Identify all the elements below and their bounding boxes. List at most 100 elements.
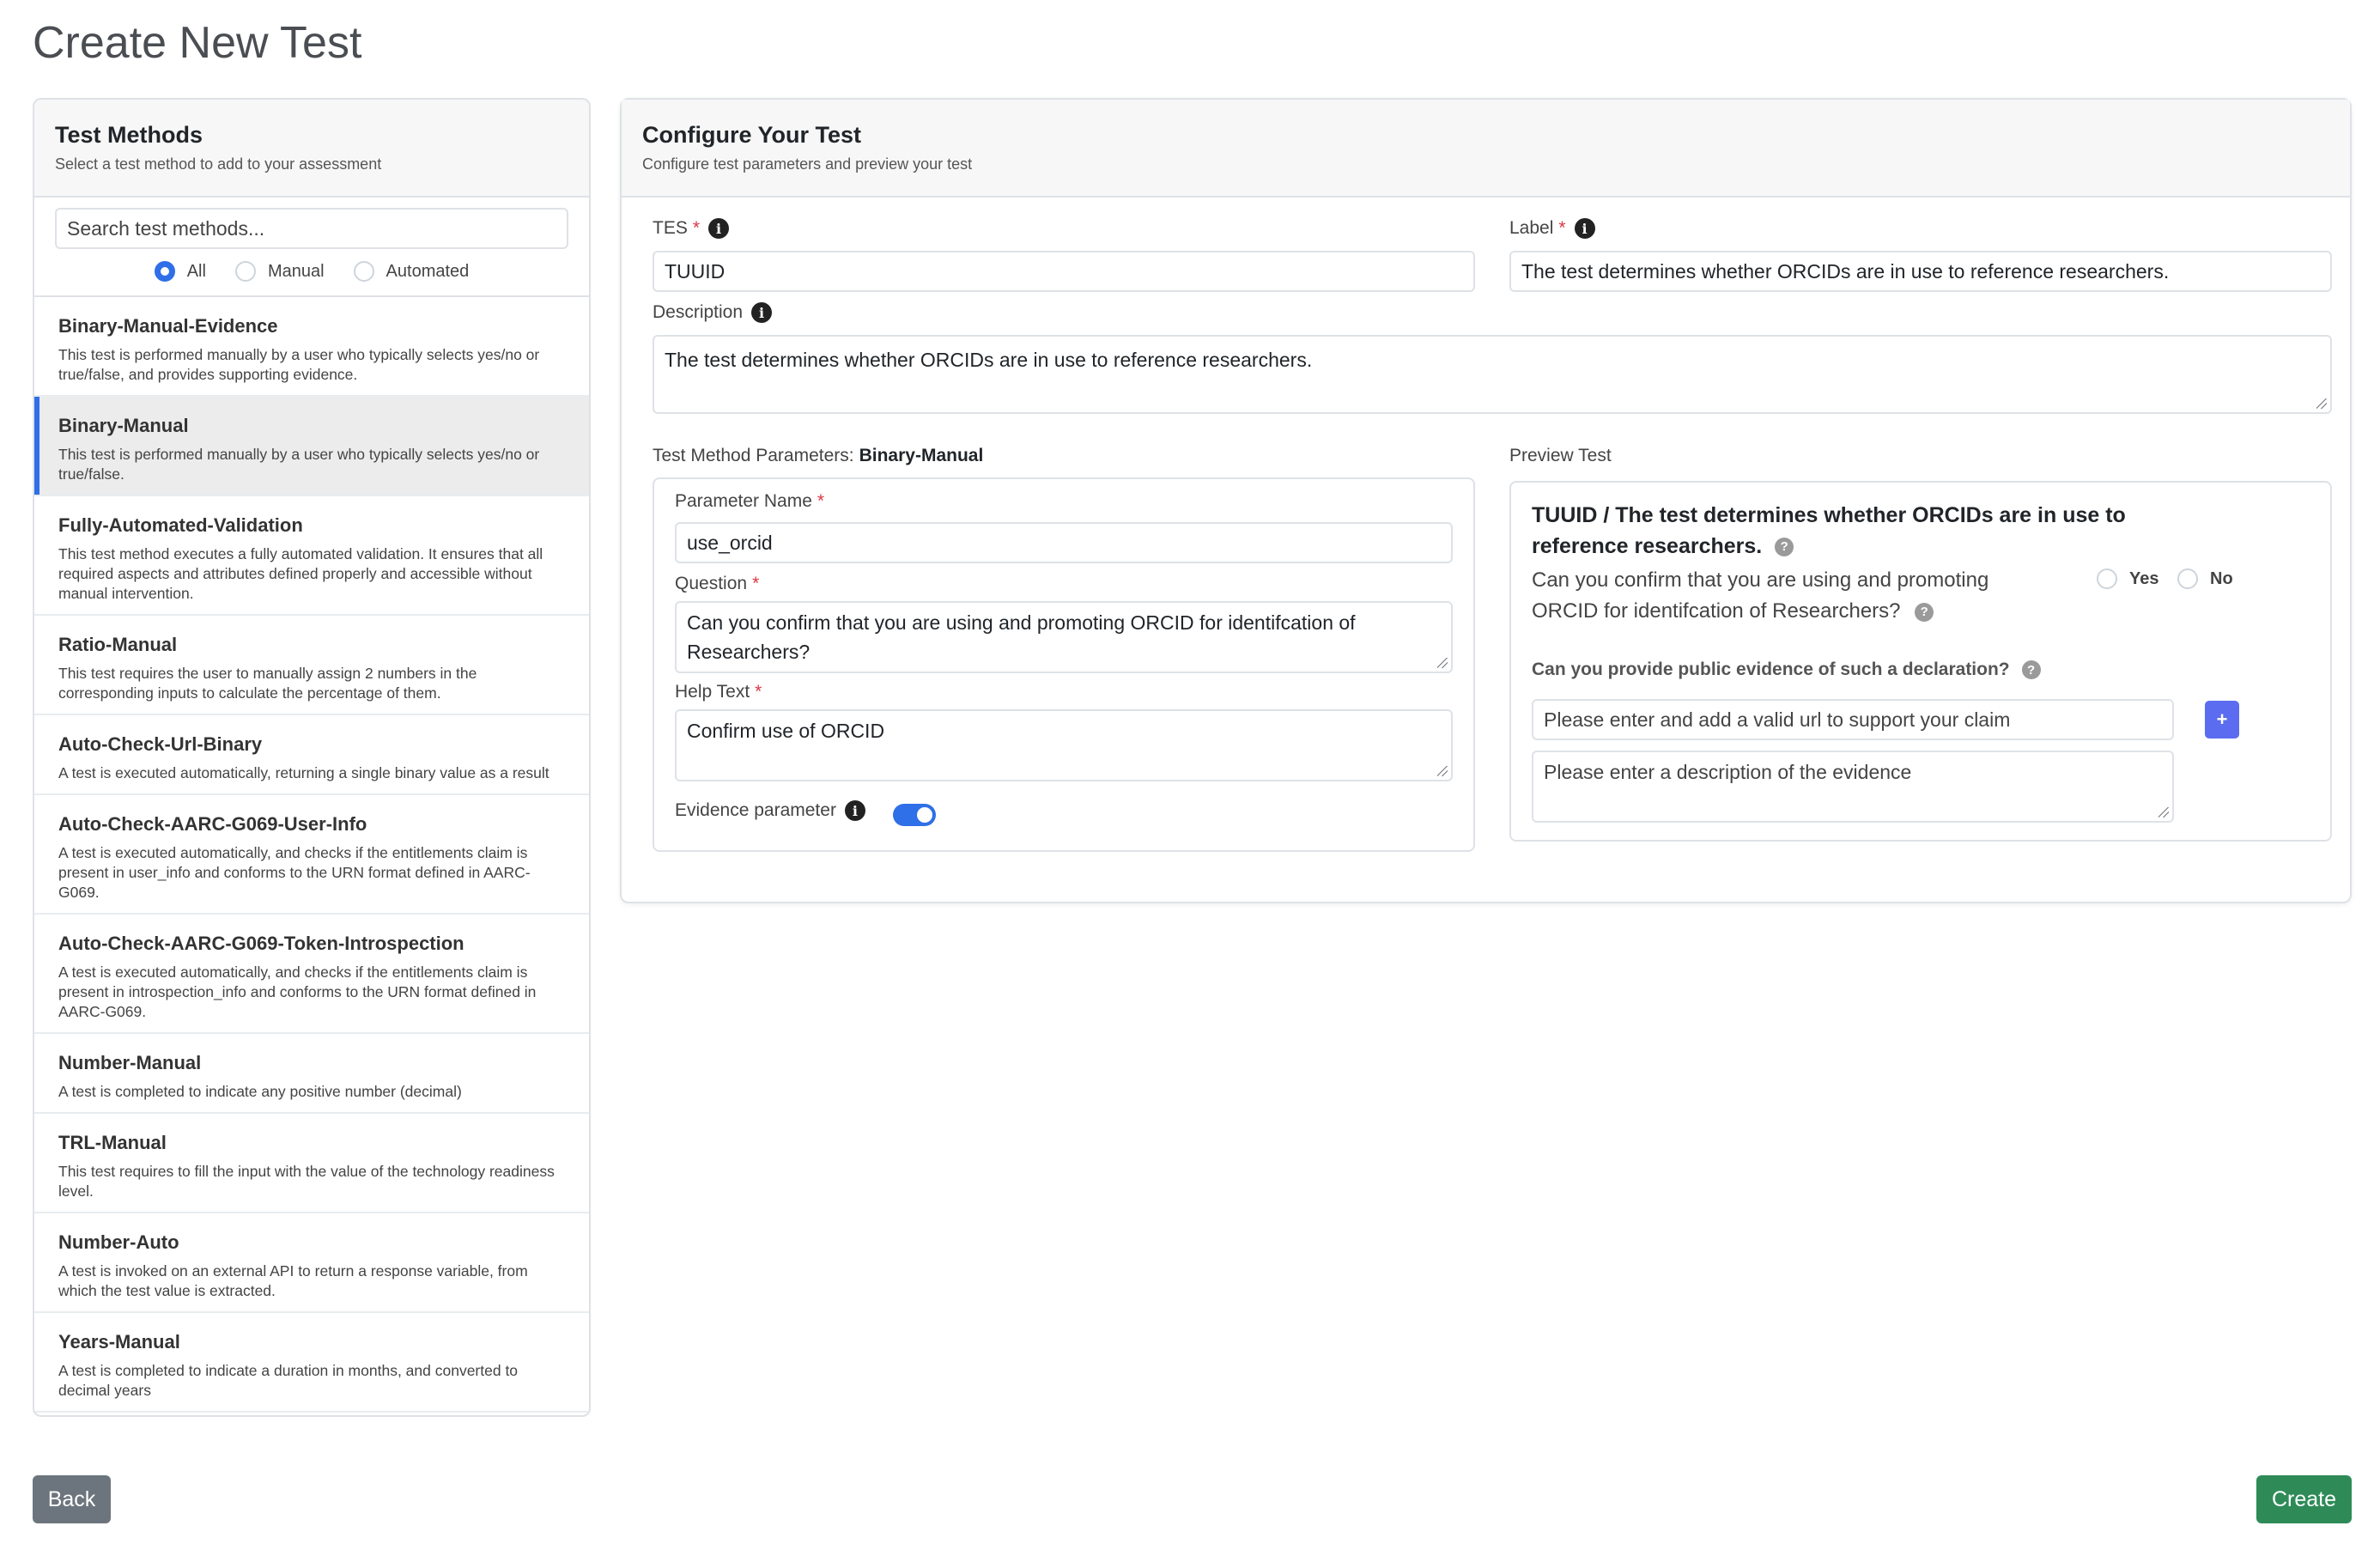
required-marker: *	[755, 682, 762, 702]
test-method-item[interactable]: Auto-Check-AARC-G069-Token-Introspection…	[34, 915, 589, 1034]
evidence-parameter-label: Evidence parameter i	[675, 800, 865, 821]
test-method-item[interactable]: Fully-Automated-Validation This test meth…	[34, 496, 589, 616]
info-icon: i	[751, 302, 773, 323]
test-method-name: Number-Auto	[58, 1231, 179, 1253]
parameter-name-label: Parameter Name *	[675, 491, 824, 512]
test-methods-title: Test Methods	[55, 122, 203, 148]
question-mark-icon[interactable]: ?	[1775, 538, 1794, 557]
params-heading-text: Test Method Parameters:	[653, 446, 854, 465]
tes-label-text: TES	[653, 218, 688, 238]
test-method-name: Ratio-Manual	[58, 634, 178, 655]
filter-manual-label: Manual	[267, 261, 325, 281]
search-test-methods-input[interactable]	[55, 208, 568, 249]
page-title: Create New Test	[33, 18, 362, 68]
filter-all-radio[interactable]	[154, 261, 175, 282]
description-label: Description i	[653, 302, 773, 323]
test-method-description: This test is performed manually by a use…	[58, 446, 540, 483]
configure-test-subtitle: Configure test parameters and preview yo…	[642, 155, 973, 173]
test-method-name: Binary-Manual-Evidence	[58, 315, 278, 337]
filter-manual-radio[interactable]	[234, 261, 256, 282]
test-method-item[interactable]: Number-Manual A test is completed to indi…	[34, 1034, 589, 1114]
required-marker: *	[752, 574, 760, 593]
preview-no-option[interactable]: No	[2177, 568, 2233, 589]
required-marker: *	[1558, 218, 1566, 238]
filter-automated-radio[interactable]	[353, 261, 374, 282]
configure-test-header: Configure Your Test Configure test param…	[622, 100, 2350, 198]
evidence-parameter-toggle[interactable]	[893, 804, 936, 826]
test-method-name: TRL-Manual	[58, 1132, 167, 1153]
question-label: Question *	[675, 574, 759, 594]
add-url-button[interactable]: +	[2205, 701, 2239, 739]
method-filter-radios: All Manual Automated	[55, 261, 568, 282]
evidence-description-textarea[interactable]: Please enter a description of the eviden…	[1532, 751, 2174, 823]
help-text-textarea[interactable]: Confirm use of ORCID	[675, 709, 1453, 781]
test-method-parameters-heading: Test Method Parameters: Binary-Manual	[653, 446, 983, 466]
preview-no-label: No	[2210, 568, 2233, 588]
test-method-description: A test is executed automatically, and ch…	[58, 963, 537, 1020]
question-mark-icon[interactable]: ?	[2021, 660, 2041, 679]
test-methods-subtitle: Select a test method to add to your asse…	[55, 155, 382, 173]
test-method-item[interactable]: Binary-Manual-Evidence This test is perfo…	[34, 297, 589, 397]
description-textarea[interactable]: The test determines whether ORCIDs are i…	[653, 335, 2332, 414]
test-method-item[interactable]: Number-Auto A test is invoked on an exter…	[34, 1213, 589, 1313]
test-method-item[interactable]: Years-Manual A test is completed to indic…	[34, 1313, 589, 1413]
params-method-name: Binary-Manual	[859, 446, 984, 465]
test-methods-header: Test Methods Select a test method to add…	[34, 100, 589, 198]
evidence-url-placeholder: Please enter and add a valid url to supp…	[1544, 708, 2011, 731]
test-method-description: This test method executes a fully automa…	[58, 545, 543, 602]
configure-test-title: Configure Your Test	[642, 122, 862, 148]
test-method-item[interactable]: TRL-Manual This test requires to fill the…	[34, 1114, 589, 1213]
preview-yes-radio[interactable]	[2097, 568, 2117, 589]
test-method-description: A test is completed to indicate a durati…	[58, 1362, 519, 1399]
evidence-url-input[interactable]: Please enter and add a valid url to supp…	[1532, 699, 2174, 740]
test-method-description: A test is executed automatically, return…	[58, 764, 549, 781]
test-method-description: This test is performed manually by a use…	[58, 346, 540, 383]
description-label-text: Description	[653, 302, 744, 322]
test-method-description: This test requires the user to manually …	[58, 665, 477, 702]
test-method-name: Number-Manual	[58, 1052, 202, 1073]
question-label-text: Question	[675, 574, 748, 593]
filter-manual[interactable]: Manual	[234, 261, 325, 282]
test-method-description: This test requires to fill the input wit…	[58, 1163, 555, 1200]
test-method-name: Auto-Check-AARC-G069-Token-Introspection	[58, 933, 464, 954]
parameter-name-label-text: Parameter Name	[675, 491, 812, 511]
evidence-question-text: Can you provide public evidence of such …	[1532, 660, 2010, 679]
filter-all[interactable]: All	[154, 261, 206, 282]
evidence-question: Can you provide public evidence of such …	[1532, 660, 2041, 680]
create-button[interactable]: Create	[2256, 1475, 2352, 1523]
test-method-item[interactable]: Binary-Manual This test is performed manu…	[34, 397, 589, 496]
test-method-item[interactable]: Auto-Check-Url-Binary A test is executed …	[34, 715, 589, 795]
tes-label: TES * i	[653, 218, 730, 239]
test-methods-list: Binary-Manual-Evidence This test is perfo…	[34, 297, 589, 1415]
test-method-item[interactable]: Ratio-Manual This test requires the user …	[34, 616, 589, 715]
filter-automated[interactable]: Automated	[353, 261, 470, 282]
label-field-label-text: Label	[1509, 218, 1554, 238]
info-icon: i	[1574, 218, 1595, 239]
test-method-name: Fully-Automated-Validation	[58, 514, 303, 536]
preview-no-radio[interactable]	[2177, 568, 2198, 589]
filter-automated-label: Automated	[386, 261, 470, 281]
preview-test-heading: Preview Test	[1509, 446, 1612, 465]
test-method-name: Auto-Check-Url-Binary	[58, 733, 263, 755]
test-methods-panel: Test Methods Select a test method to add…	[33, 98, 591, 1417]
preview-test-box: TUUID / The test determines whether ORCI…	[1509, 481, 2332, 842]
parameter-name-input[interactable]: use_orcid	[675, 522, 1453, 563]
evidence-description-placeholder: Please enter a description of the eviden…	[1544, 761, 1912, 783]
test-method-item[interactable]: Auto-Check-Xml-MD1a	[34, 1413, 589, 1415]
help-text-label: Help Text *	[675, 682, 762, 702]
test-method-description: A test is executed automatically, and ch…	[58, 844, 531, 901]
info-icon: i	[708, 218, 730, 239]
required-marker: *	[692, 218, 701, 238]
label-input[interactable]: The test determines whether ORCIDs are i…	[1509, 251, 2332, 292]
test-method-item[interactable]: Auto-Check-AARC-G069-User-Info A test is …	[34, 795, 589, 915]
question-mark-icon[interactable]: ?	[1915, 602, 1934, 622]
preview-question: Can you confirm that you are using and p…	[1532, 565, 2030, 627]
tes-input[interactable]: TUUID	[653, 251, 1475, 292]
question-textarea[interactable]: Can you confirm that you are using and p…	[675, 601, 1453, 673]
label-field-label: Label * i	[1509, 218, 1595, 239]
preview-yes-label: Yes	[2129, 568, 2159, 588]
back-button[interactable]: Back	[33, 1475, 111, 1523]
test-method-name: Binary-Manual	[58, 415, 189, 436]
configure-test-panel: Configure Your Test Configure test param…	[620, 98, 2352, 903]
preview-yes-option[interactable]: Yes	[2097, 568, 2158, 589]
